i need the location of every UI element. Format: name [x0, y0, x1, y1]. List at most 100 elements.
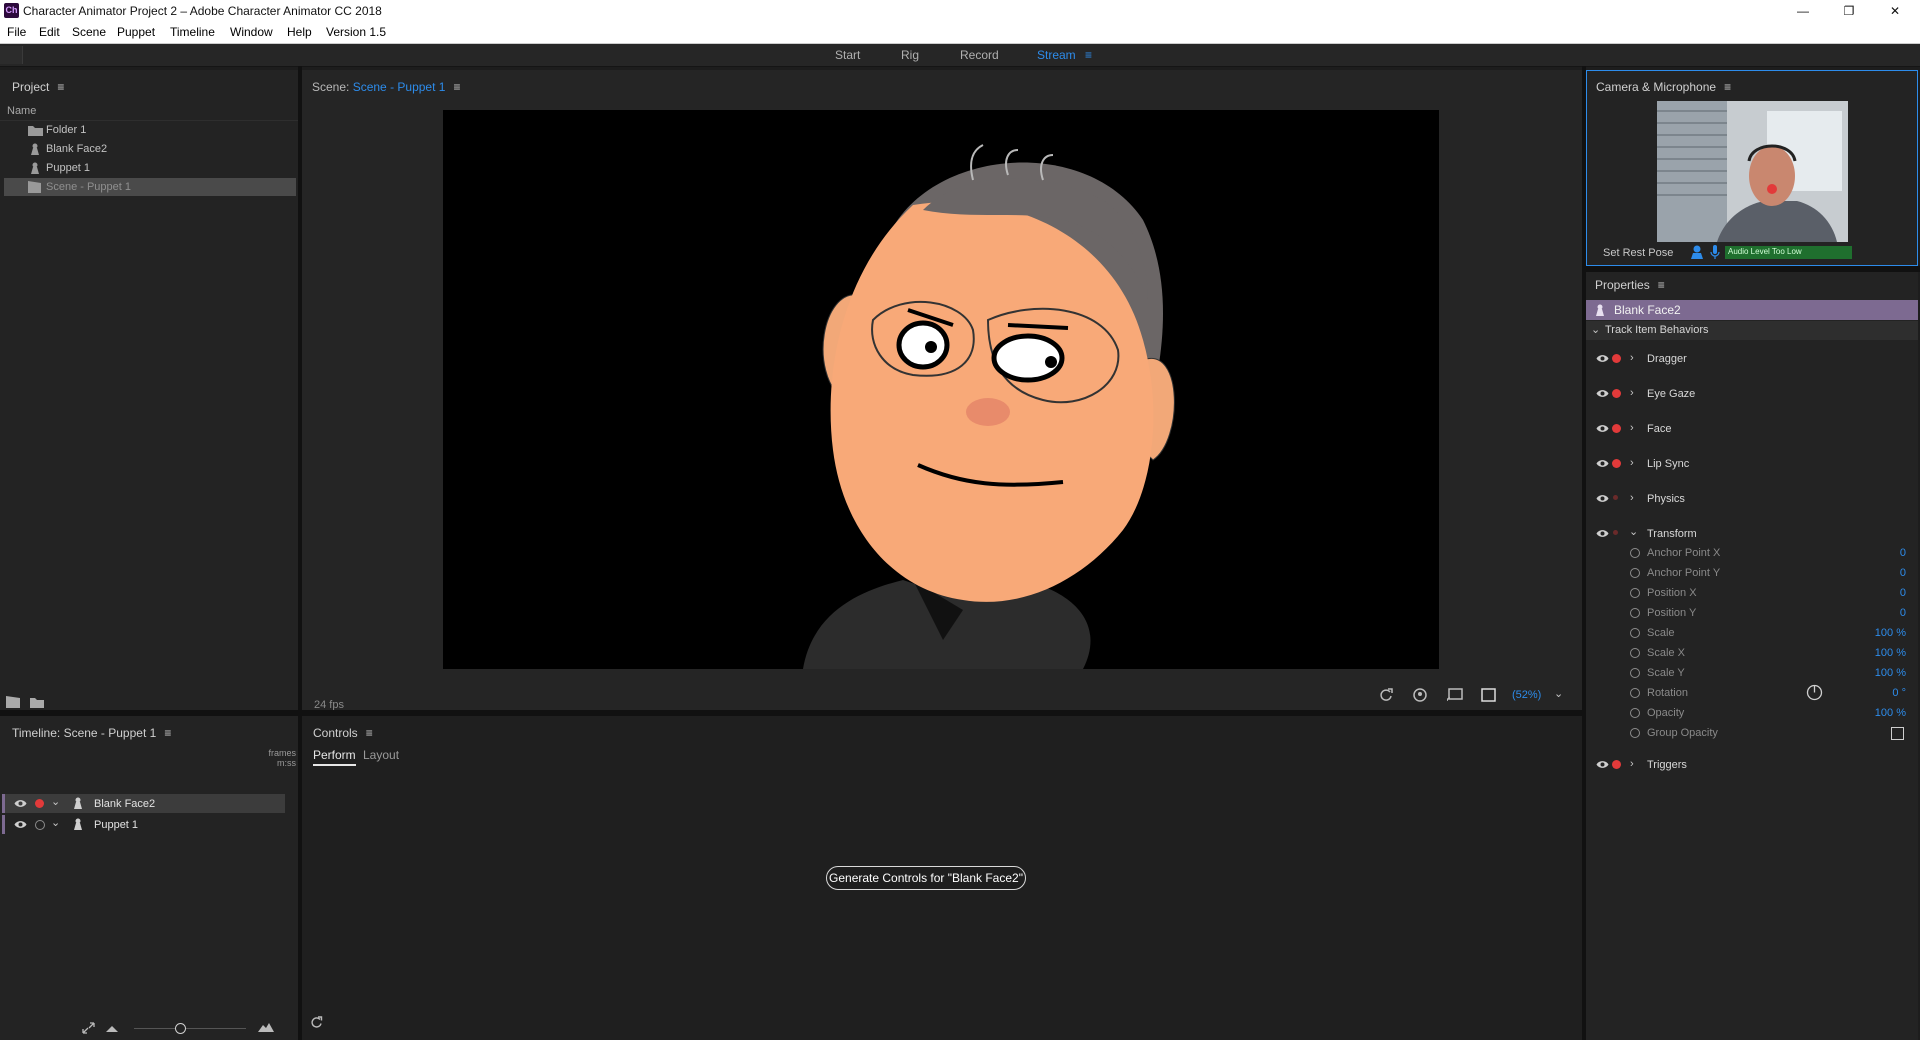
- new-folder-icon[interactable]: [30, 697, 44, 708]
- puppet-track-icon[interactable]: [1413, 688, 1428, 702]
- refresh-icon[interactable]: [310, 1016, 323, 1029]
- timeline-track[interactable]: ⌄ Puppet 1: [2, 815, 285, 834]
- stopwatch-icon[interactable]: [1630, 608, 1640, 618]
- eye-icon[interactable]: [1596, 459, 1609, 468]
- set-rest-pose-button[interactable]: Set Rest Pose: [1603, 247, 1673, 259]
- zoom-level[interactable]: (52%): [1512, 689, 1541, 701]
- menu-file[interactable]: File: [7, 25, 26, 39]
- camera-toggle-icon[interactable]: [1691, 245, 1703, 259]
- arm-record-toggle[interactable]: [1613, 495, 1618, 500]
- timeline-track[interactable]: ⌄ Blank Face2: [2, 794, 285, 813]
- menu-help[interactable]: Help: [287, 25, 312, 39]
- stopwatch-icon[interactable]: [1630, 728, 1640, 738]
- frame-icon[interactable]: [1481, 688, 1496, 702]
- panel-menu-icon[interactable]: ≡: [1724, 80, 1731, 94]
- tab-rig[interactable]: Rig: [901, 48, 919, 62]
- menu-scene[interactable]: Scene: [72, 25, 106, 39]
- stopwatch-icon[interactable]: [1630, 688, 1640, 698]
- arm-record-toggle[interactable]: [35, 799, 44, 808]
- eye-icon[interactable]: [1596, 494, 1609, 503]
- stopwatch-icon[interactable]: [1630, 648, 1640, 658]
- panel-menu-icon[interactable]: ≡: [453, 80, 460, 94]
- tab-start[interactable]: Start: [835, 48, 860, 62]
- stopwatch-icon[interactable]: [1630, 568, 1640, 578]
- param-value[interactable]: 100 %: [1856, 647, 1906, 659]
- close-button[interactable]: ✕: [1872, 0, 1918, 22]
- refresh-icon[interactable]: [1379, 688, 1393, 702]
- eye-icon[interactable]: [14, 799, 27, 808]
- chevron-down-icon[interactable]: ⌄: [51, 795, 60, 808]
- behavior-row-transform[interactable]: ⌄ Transform: [1586, 524, 1918, 544]
- menu-window[interactable]: Window: [230, 25, 273, 39]
- stopwatch-icon[interactable]: [1630, 548, 1640, 558]
- name-column-header[interactable]: Name: [7, 105, 36, 117]
- tab-layout[interactable]: Layout: [363, 748, 399, 762]
- cast-screen-icon[interactable]: [1447, 688, 1463, 702]
- track-item-behaviors-header[interactable]: ⌄ Track Item Behaviors: [1586, 321, 1918, 340]
- minimize-button[interactable]: —: [1780, 0, 1826, 22]
- zoom-slider-track[interactable]: [134, 1028, 246, 1029]
- panel-menu-icon[interactable]: ≡: [57, 80, 64, 94]
- menu-puppet[interactable]: Puppet: [117, 25, 155, 39]
- arm-record-toggle[interactable]: [1612, 354, 1621, 363]
- zoom-in-mountain-icon[interactable]: [258, 1022, 274, 1032]
- new-scene-icon[interactable]: [6, 696, 20, 708]
- arm-record-toggle[interactable]: [1612, 424, 1621, 433]
- scene-canvas[interactable]: [443, 110, 1439, 669]
- chevron-right-icon[interactable]: ›: [1630, 758, 1634, 770]
- chevron-right-icon[interactable]: ›: [1630, 352, 1634, 364]
- zoom-slider-handle[interactable]: [175, 1023, 186, 1034]
- param-value[interactable]: 100 %: [1856, 707, 1906, 719]
- stopwatch-icon[interactable]: [1630, 588, 1640, 598]
- fit-expand-icon[interactable]: [82, 1022, 95, 1034]
- chevron-right-icon[interactable]: ›: [1630, 492, 1634, 504]
- param-value[interactable]: 0 °: [1856, 687, 1906, 699]
- restore-button[interactable]: ❐: [1826, 0, 1872, 22]
- list-item[interactable]: Scene - Puppet 1: [4, 178, 296, 196]
- chevron-right-icon[interactable]: ›: [1630, 422, 1634, 434]
- behavior-row-lip-sync[interactable]: › Lip Sync: [1586, 454, 1918, 474]
- arm-record-toggle[interactable]: [1612, 760, 1621, 769]
- list-item[interactable]: Folder 1: [0, 121, 296, 140]
- eye-icon[interactable]: [1596, 424, 1609, 433]
- arm-record-toggle[interactable]: [1613, 530, 1618, 535]
- group-opacity-checkbox[interactable]: [1891, 727, 1904, 740]
- stopwatch-icon[interactable]: [1630, 708, 1640, 718]
- panel-menu-icon[interactable]: ≡: [1658, 278, 1665, 292]
- behavior-row-dragger[interactable]: › Dragger: [1586, 349, 1918, 369]
- behavior-row-physics[interactable]: › Physics: [1586, 489, 1918, 509]
- eye-icon[interactable]: [1596, 389, 1609, 398]
- stopwatch-icon[interactable]: [1630, 668, 1640, 678]
- chevron-down-icon[interactable]: ⌄: [1629, 525, 1638, 538]
- behavior-row-triggers[interactable]: › Triggers: [1586, 755, 1918, 775]
- chevron-right-icon[interactable]: ›: [1630, 457, 1634, 469]
- list-item[interactable]: Blank Face2: [0, 140, 296, 159]
- scene-name-link[interactable]: Scene - Puppet 1: [353, 80, 446, 94]
- arm-record-toggle[interactable]: [1612, 389, 1621, 398]
- arm-record-toggle[interactable]: [35, 820, 45, 830]
- param-value[interactable]: 100 %: [1856, 627, 1906, 639]
- generate-controls-button[interactable]: Generate Controls for "Blank Face2": [826, 866, 1026, 890]
- chevron-right-icon[interactable]: ›: [1630, 387, 1634, 399]
- tab-perform[interactable]: Perform: [313, 748, 356, 766]
- list-item[interactable]: Puppet 1: [0, 159, 296, 178]
- param-value[interactable]: 100 %: [1856, 667, 1906, 679]
- zoom-chevron-down-icon[interactable]: ⌄: [1554, 687, 1563, 700]
- param-value[interactable]: 0: [1866, 607, 1906, 619]
- panel-menu-icon[interactable]: ≡: [366, 726, 373, 740]
- tab-record[interactable]: Record: [960, 48, 999, 62]
- panel-menu-icon[interactable]: ≡: [164, 726, 171, 740]
- rotation-dial-icon[interactable]: [1806, 684, 1823, 701]
- eye-icon[interactable]: [1596, 354, 1609, 363]
- menu-edit[interactable]: Edit: [39, 25, 60, 39]
- param-value[interactable]: 0: [1866, 567, 1906, 579]
- behavior-row-eye-gaze[interactable]: › Eye Gaze: [1586, 384, 1918, 404]
- param-value[interactable]: 0: [1866, 587, 1906, 599]
- eye-icon[interactable]: [14, 820, 27, 829]
- arm-record-toggle[interactable]: [1612, 459, 1621, 468]
- chevron-down-icon[interactable]: ⌄: [51, 816, 60, 829]
- zoom-out-mountain-icon[interactable]: [106, 1024, 118, 1032]
- time-units[interactable]: frames m:ss: [240, 748, 296, 768]
- menu-timeline[interactable]: Timeline: [170, 25, 215, 39]
- workspace-menu-icon[interactable]: ≡: [1085, 48, 1092, 62]
